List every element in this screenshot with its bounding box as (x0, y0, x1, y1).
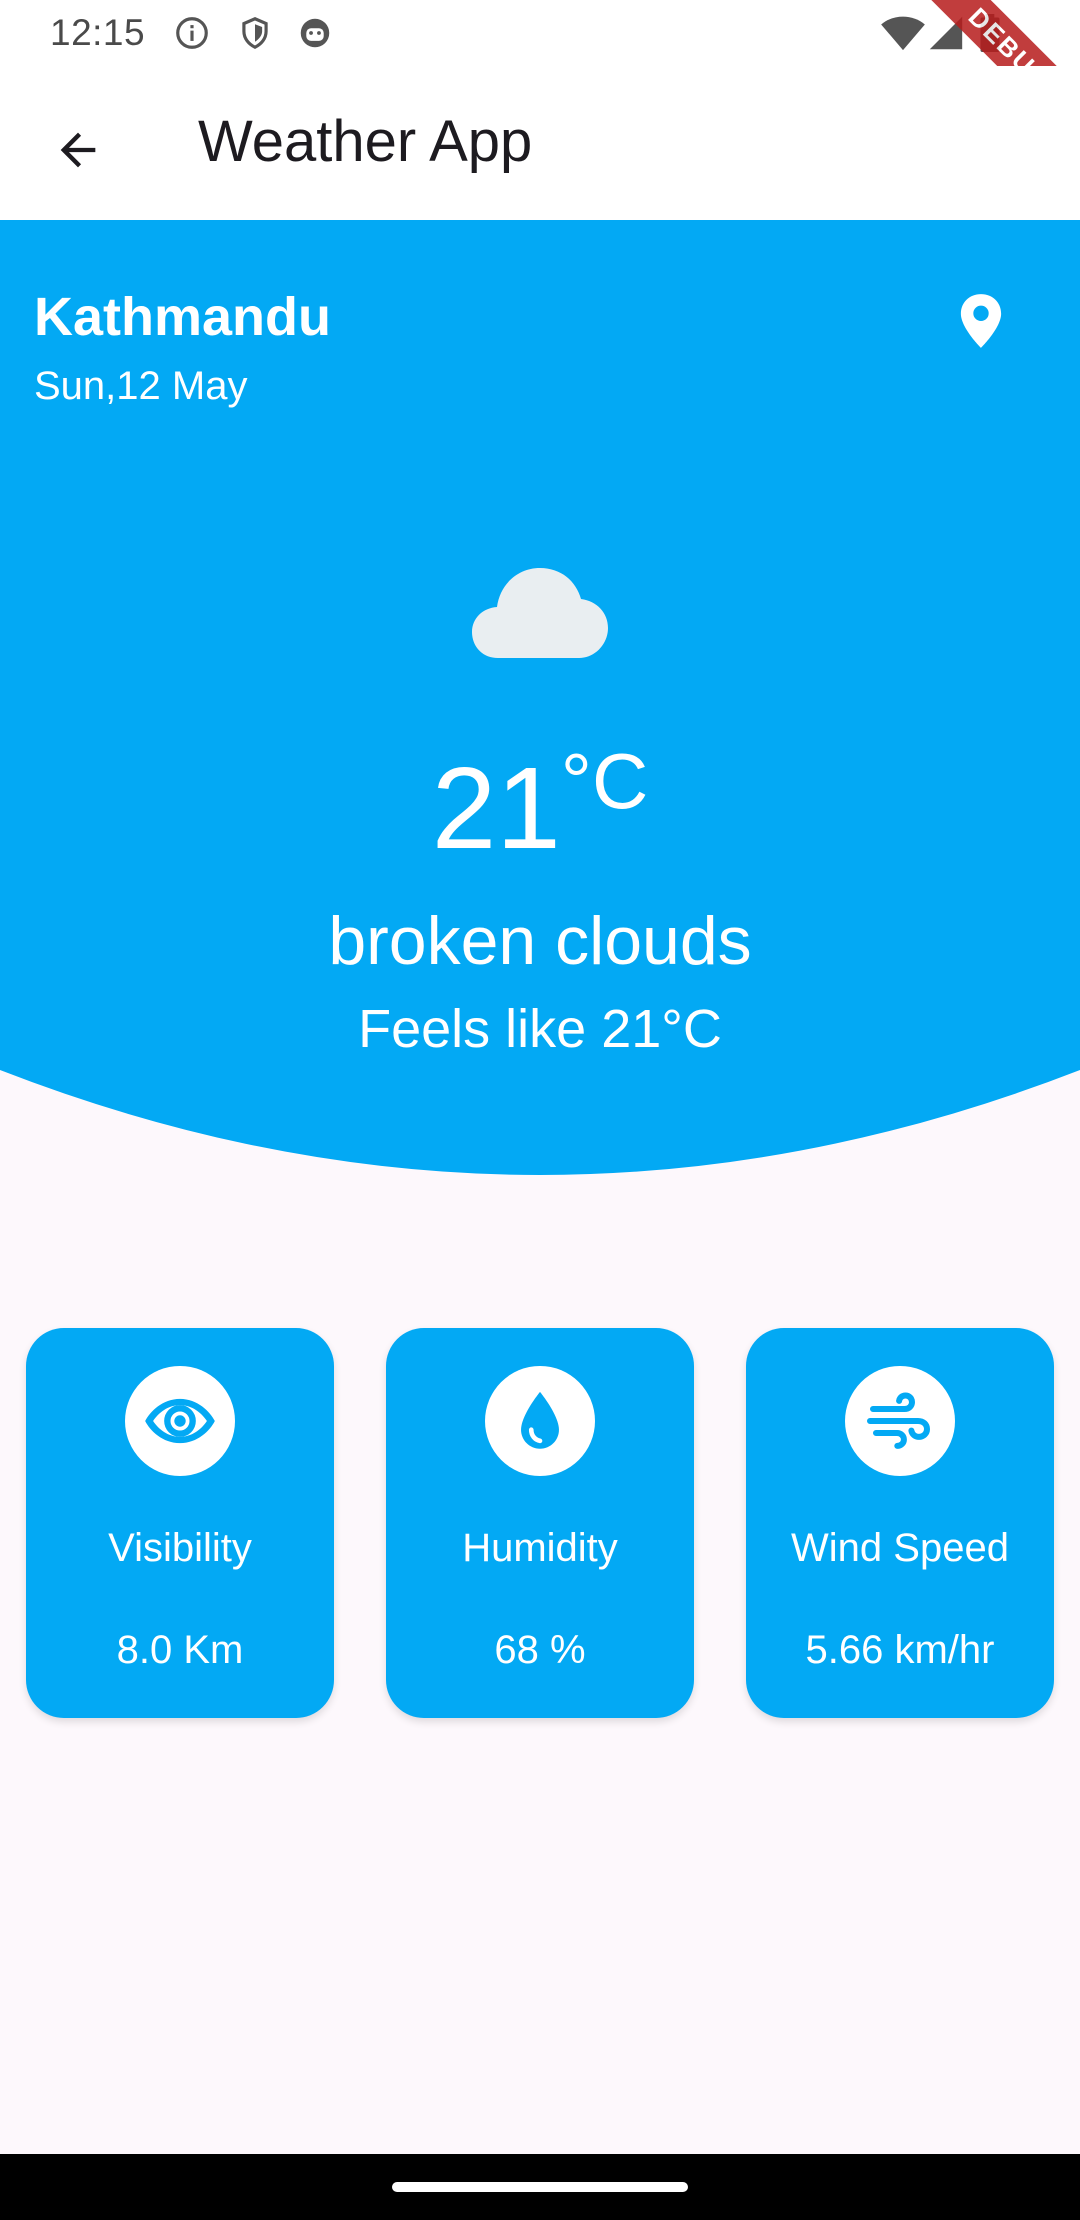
wind-icon (867, 1392, 931, 1449)
cloud-icon (472, 568, 608, 658)
wind-speed-value: 5.66 km/hr (805, 1628, 995, 1672)
app-bar: Weather App (0, 66, 1080, 220)
current-date: Sun,12 May (34, 364, 248, 408)
info-icon (176, 17, 208, 49)
wifi-icon (881, 16, 925, 51)
weather-condition: broken clouds (328, 903, 752, 979)
location-button[interactable] (950, 286, 1012, 356)
arrow-back-icon (60, 132, 96, 168)
visibility-icon-badge (125, 1366, 235, 1476)
system-nav-bar (0, 2154, 1080, 2220)
water-drop-icon (521, 1391, 559, 1449)
status-bar: 12:15 DEBUG (0, 0, 1080, 156)
location-pin-icon (960, 294, 1002, 348)
humidity-card: Humidity 68 % (386, 1328, 694, 1718)
feels-like: Feels like 21°C (358, 999, 722, 1059)
wind-speed-label: Wind Speed (791, 1526, 1009, 1570)
visibility-value: 8.0 Km (116, 1628, 244, 1672)
temperature: 21°C (0, 737, 1080, 866)
eye-icon (145, 1398, 215, 1444)
city-name: Kathmandu (34, 287, 331, 347)
humidity-label: Humidity (462, 1526, 618, 1570)
back-button[interactable] (38, 110, 118, 190)
wind-speed-card: Wind Speed 5.66 km/hr (746, 1328, 1054, 1718)
visibility-card: Visibility 8.0 Km (26, 1328, 334, 1718)
humidity-value: 68 % (494, 1628, 586, 1672)
android-icon (300, 18, 330, 48)
shield-icon (242, 17, 268, 50)
status-time: 12:15 (50, 12, 146, 53)
page-title: Weather App (198, 109, 533, 174)
temperature-unit: °C (560, 737, 649, 825)
visibility-label: Visibility (108, 1526, 252, 1570)
weather-hero: Kathmandu Sun,12 May 21°C broken clouds … (0, 220, 1080, 1180)
wind-icon-badge (845, 1366, 955, 1476)
home-gesture-handle[interactable] (392, 2182, 688, 2192)
temperature-value: 21 (431, 743, 561, 873)
humidity-icon-badge (485, 1366, 595, 1476)
